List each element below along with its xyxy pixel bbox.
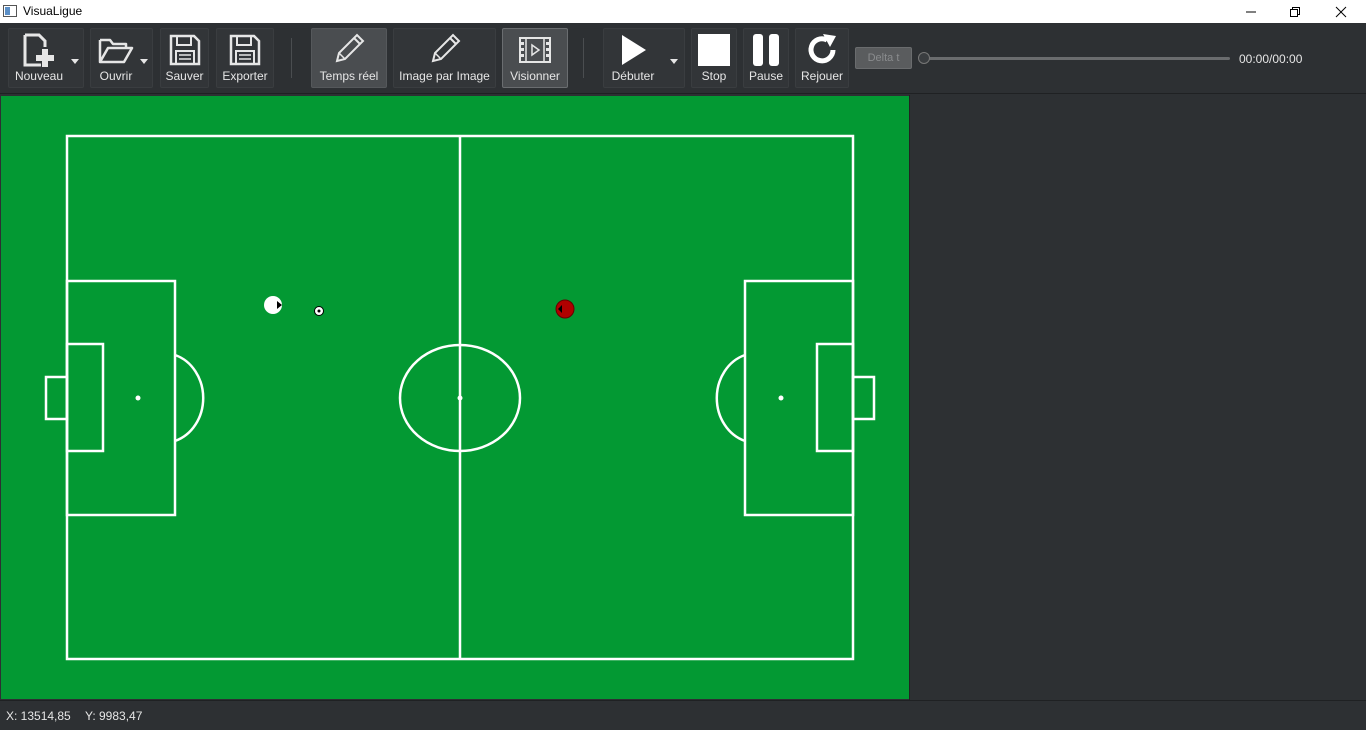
pause-label: Pause	[748, 69, 784, 83]
pencil-icon	[335, 33, 365, 63]
chevron-down-icon[interactable]	[140, 59, 148, 64]
frame-by-frame-button[interactable]: Image par Image	[393, 28, 496, 88]
status-bar: X: 13514,85 Y: 9983,47	[0, 700, 1366, 730]
toolbar-separator	[291, 38, 292, 78]
view-label: Visionner	[510, 69, 560, 83]
folder-open-icon	[98, 38, 134, 64]
player-white[interactable]	[264, 296, 282, 314]
pause-icon	[753, 34, 779, 66]
toolbar-separator	[583, 38, 584, 78]
left-penalty-spot	[135, 395, 141, 401]
realtime-button[interactable]: Temps réel	[311, 28, 387, 88]
chevron-down-icon[interactable]	[71, 59, 79, 64]
play-icon	[622, 35, 646, 65]
left-penalty-arc	[174, 353, 205, 443]
title-bar: VisuaLigue	[0, 0, 1366, 23]
soccer-ball-icon[interactable]	[314, 306, 324, 316]
realtime-label: Temps réel	[319, 69, 379, 83]
minimize-button[interactable]	[1228, 0, 1274, 23]
new-label: Nouveau	[14, 69, 64, 83]
export-icon	[229, 34, 261, 66]
toolbar: Nouveau Ouvrir Sauver Exporter Temps rée…	[0, 23, 1366, 94]
x-coordinate: X: 13514,85	[6, 709, 71, 723]
new-button[interactable]: Nouveau	[8, 28, 84, 88]
save-label: Sauver	[165, 69, 204, 83]
export-label: Exporter	[222, 69, 268, 83]
stop-icon	[698, 34, 730, 66]
app-icon	[3, 5, 17, 17]
right-panel	[909, 95, 1366, 700]
start-button[interactable]: Débuter	[603, 28, 685, 88]
stop-label: Stop	[701, 69, 727, 83]
pencil-icon	[431, 33, 460, 63]
save-icon	[169, 34, 200, 66]
left-goal-area	[65, 342, 105, 453]
right-penalty-area	[743, 279, 855, 517]
time-display: 00:00/00:00	[1239, 52, 1303, 66]
center-spot	[457, 395, 463, 401]
film-icon	[519, 37, 551, 63]
player-red[interactable]	[555, 299, 575, 319]
chevron-down-icon[interactable]	[670, 59, 678, 64]
start-label: Débuter	[611, 69, 655, 83]
field-canvas[interactable]	[1, 96, 909, 699]
timeline-slider[interactable]	[922, 57, 1230, 60]
open-button[interactable]: Ouvrir	[90, 28, 153, 88]
new-file-icon	[23, 33, 54, 67]
export-button[interactable]: Exporter	[216, 28, 274, 88]
right-penalty-spot	[778, 395, 784, 401]
restore-button[interactable]	[1272, 0, 1318, 23]
open-label: Ouvrir	[99, 69, 133, 83]
timeline-slider-thumb[interactable]	[918, 52, 930, 64]
save-button[interactable]: Sauver	[160, 28, 209, 88]
close-button[interactable]	[1318, 0, 1364, 23]
soccer-field	[44, 134, 876, 661]
left-penalty-area	[65, 279, 177, 517]
left-goal	[44, 375, 69, 421]
window-title: VisuaLigue	[23, 4, 83, 18]
replay-icon	[808, 34, 836, 64]
delta-t-input[interactable]: Delta t	[855, 47, 912, 69]
right-penalty-arc	[715, 353, 746, 443]
right-goal-area	[815, 342, 855, 453]
right-goal	[851, 375, 876, 421]
replay-button[interactable]: Rejouer	[795, 28, 849, 88]
pause-button[interactable]: Pause	[743, 28, 789, 88]
restore-icon	[1290, 6, 1300, 17]
stop-button[interactable]: Stop	[691, 28, 737, 88]
replay-label: Rejouer	[800, 69, 844, 83]
frame-by-frame-label: Image par Image	[399, 69, 490, 83]
y-coordinate: Y: 9983,47	[85, 709, 143, 723]
close-icon	[1335, 6, 1347, 17]
minimize-icon	[1246, 11, 1256, 12]
view-button[interactable]: Visionner	[502, 28, 568, 88]
